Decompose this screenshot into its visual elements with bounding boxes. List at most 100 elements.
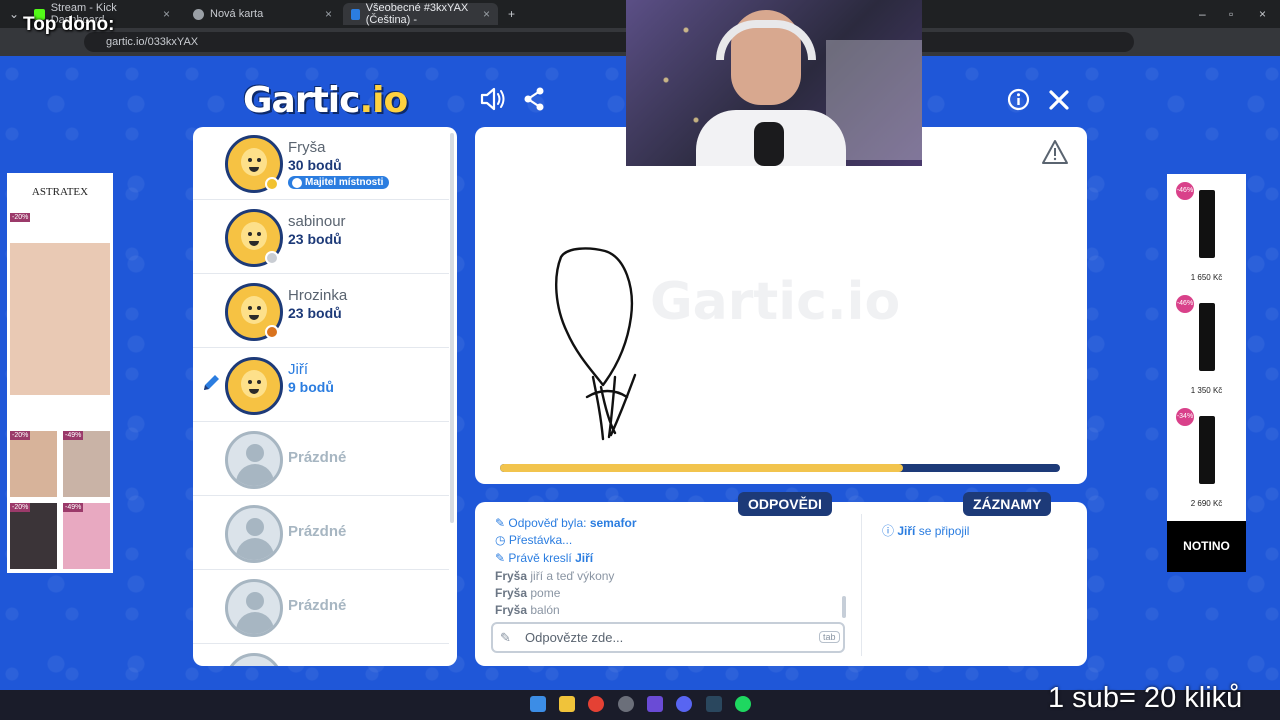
player-points: 30 bodů <box>288 157 342 173</box>
clock-icon: ◷ <box>495 533 506 547</box>
ad-brand: ASTRATEX <box>31 186 89 198</box>
perfume-bottle <box>1199 190 1215 258</box>
tab-search-icon[interactable]: ⌄ <box>9 7 19 21</box>
gartic-logo[interactable]: Gartic.io <box>243 80 408 121</box>
exit-icon[interactable] <box>1048 89 1070 111</box>
perfume-bottle <box>1199 303 1215 371</box>
ad-image <box>63 431 110 497</box>
chat-message: Fryša jiří a teď výkony <box>495 569 615 583</box>
discount-badge: -20% <box>10 213 31 222</box>
round-timer-bar <box>500 464 1060 472</box>
player-name: Hrozinka <box>288 287 348 304</box>
info-icon[interactable] <box>1007 88 1030 111</box>
empty-avatar <box>225 579 283 637</box>
player-row-sabinour: sabinour 23 bodů <box>193 201 449 274</box>
microphone <box>754 122 784 166</box>
sound-icon[interactable] <box>480 87 506 111</box>
player-name: sabinour <box>288 213 346 230</box>
room-owner-badge: Majitel místnosti <box>288 176 390 189</box>
ad-image <box>10 243 110 395</box>
discount-badge: -46% <box>1176 182 1194 200</box>
empty-avatar <box>225 431 283 489</box>
ad-right[interactable]: -46% 1 650 Kč -46% 1 350 Kč -34% 2 690 K… <box>1167 174 1246 572</box>
close-icon[interactable]: × <box>483 7 490 21</box>
discount-badge: -46% <box>1176 295 1194 313</box>
file-explorer-icon[interactable] <box>559 696 575 712</box>
headphones <box>716 20 816 60</box>
player-badge <box>265 177 279 191</box>
ad-price: 2 690 Kč <box>1190 499 1223 508</box>
players-scrollbar[interactable] <box>450 133 454 523</box>
minimize-button[interactable]: – <box>1199 7 1206 21</box>
tab-records[interactable]: ZÁZNAMY <box>963 492 1052 516</box>
empty-avatar <box>225 653 283 666</box>
spotify-icon[interactable] <box>735 696 751 712</box>
discount-badge: -34% <box>1176 408 1194 426</box>
player-row-hrozinka: Hrozinka 23 bodů <box>193 275 449 348</box>
owner-icon <box>292 177 302 188</box>
answer-line: ✎ Právě kreslí Jiří <box>495 551 594 565</box>
answers-scrollbar[interactable] <box>842 596 846 618</box>
perfume-bottle <box>1199 416 1215 484</box>
timer-fill <box>500 464 904 472</box>
player-row-jiri: Jiří 9 bodů <box>193 349 449 422</box>
chat-message: Fryša balón <box>495 603 560 616</box>
chat-panel: ODPOVĚDI ZÁZNAMY ✎ Odpověď byla: semafor… <box>475 492 1087 666</box>
ad-price: 1 350 Kč <box>1190 386 1223 395</box>
player-points: 23 bodů <box>288 231 342 247</box>
tab-key-hint: tab <box>819 631 840 643</box>
log-line: ⓘ Jiří se připojil <box>882 524 970 538</box>
ad-price: 1 650 Kč <box>1190 273 1223 282</box>
new-tab-button[interactable]: + <box>508 7 515 21</box>
ad-image <box>10 503 57 569</box>
answer-line: ✎ Odpověď byla: semafor <box>495 516 637 530</box>
close-icon[interactable]: × <box>163 7 170 21</box>
player-row-frysa: Fryša 30 bodů Majitel místnosti <box>193 127 449 200</box>
drawing-pencil-icon <box>204 375 219 390</box>
player-badge <box>265 325 279 339</box>
ad-image <box>63 503 110 569</box>
player-row-empty <box>193 645 449 666</box>
empty-slot-label: Prázdné <box>288 523 347 540</box>
window-close-button[interactable]: × <box>1259 7 1266 21</box>
globe-icon <box>193 8 204 20</box>
answer-input[interactable]: Odpovězte zde... <box>491 622 845 653</box>
share-icon[interactable] <box>523 87 545 111</box>
report-warning-icon[interactable] <box>1041 139 1069 165</box>
player-name: Jiří <box>288 361 308 378</box>
webcam-overlay <box>626 0 922 166</box>
empty-slot-label: Prázdné <box>288 597 347 614</box>
players-list: Fryša 30 bodů Majitel místnosti sabinour… <box>193 127 457 666</box>
answer-line: ◷ Přestávka... <box>495 533 573 547</box>
close-icon[interactable]: × <box>325 7 332 21</box>
player-avatar <box>225 357 283 415</box>
tab-gartic[interactable]: Všeobecné #3kxYAX (Čeština) - × <box>343 2 498 26</box>
info-icon: ⓘ <box>882 524 895 538</box>
ad-left[interactable]: ASTRATEX -20% -20% -49% -20% -49% <box>7 173 113 573</box>
maximize-button[interactable]: ▫ <box>1229 7 1233 21</box>
top-donor-label: Top dono: <box>23 14 115 35</box>
start-icon[interactable] <box>530 696 546 712</box>
chat-message: Fryša pome <box>495 586 561 600</box>
tab-answers[interactable]: ODPOVĚDI <box>738 492 832 516</box>
empty-avatar <box>225 505 283 563</box>
ad-image <box>10 431 57 497</box>
drawing-board[interactable]: Gartic.io <box>475 127 1087 484</box>
discount-badge: -20% <box>10 503 31 512</box>
app-grid-icon[interactable] <box>647 696 663 712</box>
url-field[interactable]: gartic.io/033kxYAX <box>84 32 1134 52</box>
chrome-icon[interactable] <box>588 696 604 712</box>
pencil-icon: ✎ <box>500 630 511 645</box>
pencil-icon: ✎ <box>495 551 506 565</box>
tab-new[interactable]: Nová karta × <box>185 3 340 25</box>
gartic-icon <box>351 8 360 20</box>
obs-icon[interactable] <box>618 696 634 712</box>
panel-divider <box>861 514 862 656</box>
discord-icon[interactable] <box>676 696 692 712</box>
player-name: Fryša <box>288 139 326 156</box>
steam-icon[interactable] <box>706 696 722 712</box>
empty-slot-label: Prázdné <box>288 449 347 466</box>
ad-brand: NOTINO <box>1167 521 1246 572</box>
player-points: 9 bodů <box>288 379 334 395</box>
player-row-empty: Prázdné <box>193 423 449 496</box>
